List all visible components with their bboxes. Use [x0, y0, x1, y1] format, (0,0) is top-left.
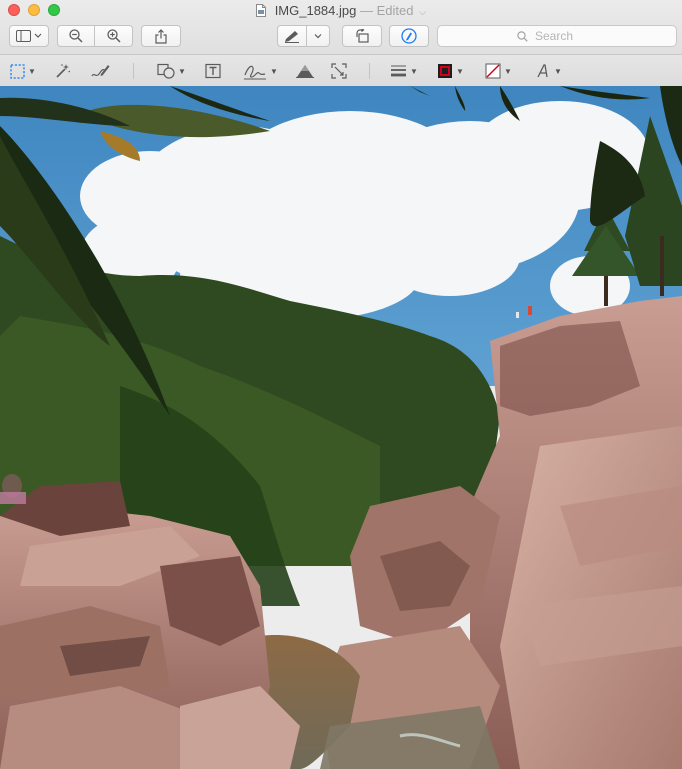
image-canvas[interactable] — [0, 86, 682, 769]
chevron-down-icon: ⌵ — [419, 7, 426, 17]
zoom-out-icon — [69, 29, 83, 43]
text-tool[interactable] — [205, 61, 221, 81]
search-input[interactable] — [533, 28, 597, 44]
search-field[interactable] — [437, 25, 677, 47]
chevron-down-icon: ▼ — [504, 66, 512, 76]
share-icon — [155, 28, 167, 44]
selection-tool[interactable]: ▼ — [10, 61, 36, 81]
file-name: IMG_1884.jpg — [274, 3, 357, 18]
window-title[interactable]: IMG_1884.jpg — Edited ⌵ — [0, 3, 682, 18]
chevron-down-icon — [314, 34, 322, 39]
search-icon — [517, 30, 528, 42]
sign-tool[interactable]: ▼ — [243, 61, 278, 81]
title-bar: IMG_1884.jpg — Edited ⌵ — [0, 0, 682, 22]
adjust-size-icon — [331, 63, 347, 79]
rectangular-selection-icon — [10, 63, 25, 79]
text-style-icon — [537, 64, 548, 78]
rotate-button[interactable] — [342, 25, 382, 47]
rotate-icon — [355, 29, 369, 43]
sketch-icon — [91, 65, 110, 77]
shapes-tool[interactable]: ▼ — [157, 61, 186, 81]
sketch-tool[interactable] — [90, 61, 110, 81]
adjust-color-icon — [296, 65, 314, 78]
border-color-tool[interactable]: ▼ — [437, 61, 464, 81]
chevron-down-icon: ▼ — [270, 66, 278, 76]
zoom-out-button[interactable] — [57, 25, 95, 47]
edited-status: — Edited — [359, 3, 414, 18]
text-style-tool[interactable]: ▼ — [535, 61, 562, 81]
fill-color-tool[interactable]: ▼ — [485, 61, 512, 81]
sidebar-button[interactable] — [9, 25, 49, 47]
sidebar-icon — [16, 30, 42, 42]
adjust-color-tool[interactable] — [295, 61, 315, 81]
instant-alpha-tool[interactable] — [55, 61, 71, 81]
photo-landscape — [0, 86, 682, 769]
instant-alpha-icon — [56, 64, 71, 78]
chevron-down-icon: ▼ — [410, 66, 418, 76]
hiker-figure — [528, 306, 532, 315]
pen-icon — [285, 31, 299, 43]
window-chrome: IMG_1884.jpg — Edited ⌵ Search ▼ ▼ ▼ ▼ ▼… — [0, 0, 682, 86]
share-button[interactable] — [141, 25, 181, 47]
zoom-in-button[interactable] — [95, 25, 133, 47]
chevron-down-icon: ▼ — [178, 66, 186, 76]
zoom-in-icon — [106, 29, 121, 43]
toolbar-divider — [133, 63, 134, 79]
pen-button[interactable] — [277, 25, 307, 47]
document-icon — [256, 4, 267, 17]
shape-style-tool[interactable]: ▼ — [390, 61, 418, 81]
preview-window: IMG_1884.jpg — Edited ⌵ Search ▼ ▼ ▼ ▼ ▼… — [0, 0, 682, 769]
border-color-icon — [438, 64, 452, 78]
chevron-down-icon: ▼ — [28, 66, 36, 76]
chevron-down-icon: ▼ — [554, 66, 562, 76]
shapes-icon — [157, 63, 175, 79]
toolbar-divider — [369, 63, 370, 79]
markup-toolbar-button[interactable] — [389, 25, 429, 47]
fill-color-icon — [485, 63, 501, 79]
markup-icon — [401, 28, 417, 44]
signature-icon — [244, 65, 266, 79]
chevron-down-icon: ▼ — [456, 66, 464, 76]
markup-toolbar: ▼ ▼ ▼ ▼ ▼ ▼ ▼ — [0, 54, 682, 86]
pen-menu-button[interactable] — [307, 25, 330, 47]
shape-style-icon — [391, 65, 406, 77]
text-icon — [205, 63, 221, 79]
adjust-size-tool[interactable] — [331, 61, 347, 81]
